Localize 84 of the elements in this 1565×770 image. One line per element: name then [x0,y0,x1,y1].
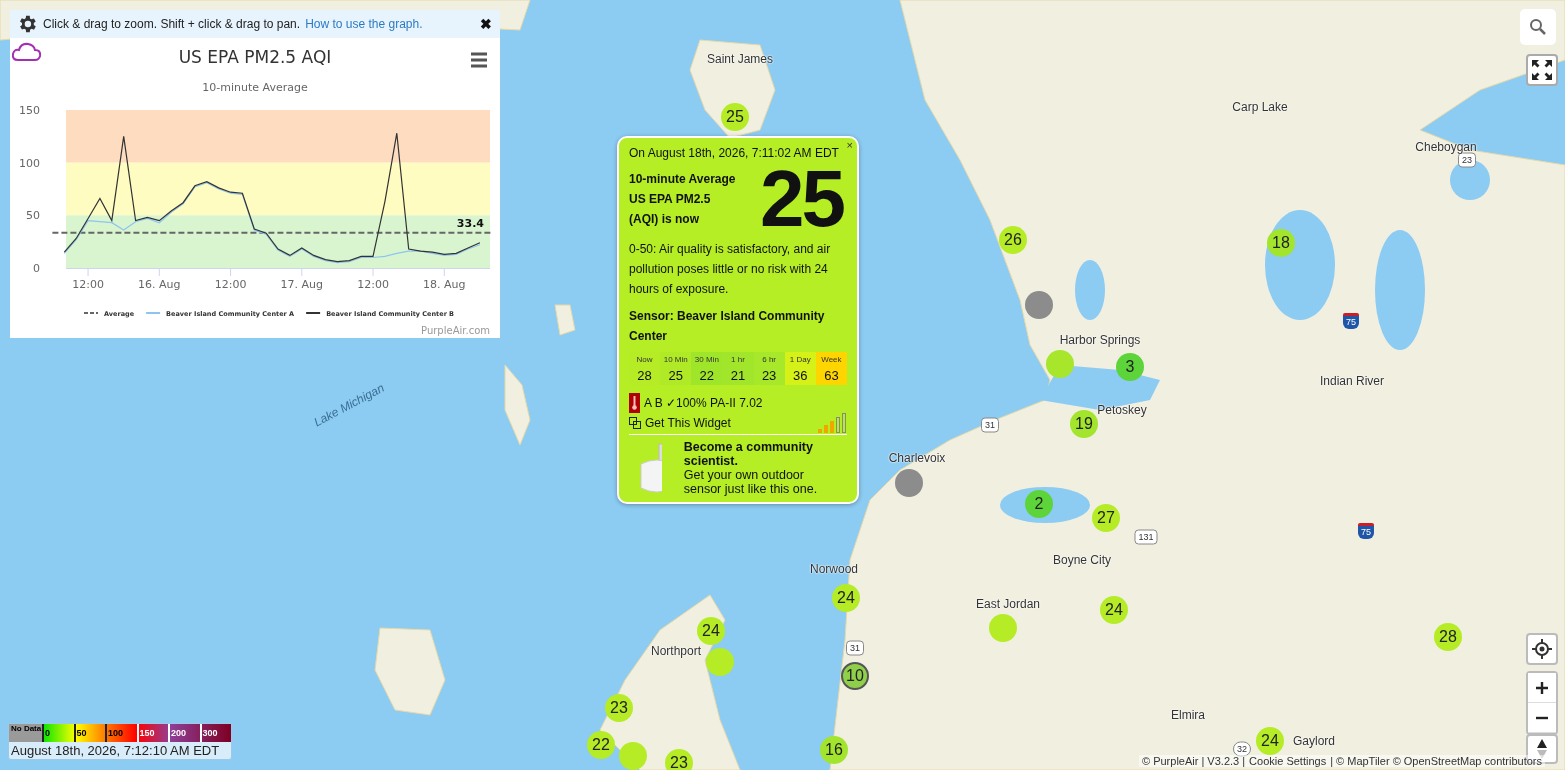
place-label: Indian River [1320,374,1384,388]
y-tick-label: 0 [33,262,40,275]
x-tick-label: 12:00 [72,278,104,291]
sensor-device-icon [637,442,662,494]
aqi-value: 25 [760,164,843,234]
place-label: Saint James [707,52,773,66]
scale-label: 100 [105,724,137,742]
average-cell: Week 63 [815,352,847,385]
sensor-marker[interactable]: 23 [605,694,633,722]
place-label: Elmira [1171,708,1205,722]
y-tick-label: 50 [26,209,40,223]
scale-label: 150 [136,724,168,742]
menu-icon[interactable] [471,52,487,68]
chart-title: US EPA PM2.5 AQI [178,47,332,67]
sensor-marker[interactable]: 16 [820,736,848,764]
y-tick-label: 150 [19,104,40,117]
average-cell: 1 hr 21 [722,352,754,385]
fullscreen-button[interactable] [1526,54,1558,86]
aqi-description: 0-50: Air quality is satisfactory, and air pollution poses little or no risk with 24 hours of exposure. [629,241,832,298]
place-label: Harbor Springs [1059,333,1141,347]
sensor-marker[interactable] [706,648,734,676]
place-label: Gaylord [1293,734,1335,748]
average-cell: 10 Min 25 [660,352,692,385]
close-button[interactable]: × [846,139,853,151]
y-tick-label: 100 [19,156,40,170]
close-button[interactable]: ✖ [478,16,494,32]
hint-text: Click & drag to zoom. Shift + click & drag to pan. [43,17,301,31]
place-label: Charlevoix [888,451,946,465]
aqi-heading: 10-minute Average [629,171,736,188]
widget-link[interactable]: Get This Widget [645,416,731,430]
search-icon [1529,18,1547,36]
promo-text: Get your own outdoor sensor just like this one. [683,468,819,496]
expand-icon [1531,59,1553,81]
aqi-heading: US EPA PM2.5 [629,191,712,208]
attribution-text: | © MapTiler © OpenStreetMap contributors [1330,755,1542,767]
place-label: Norwood [810,562,858,576]
place-label: Northport [651,644,701,658]
search-button[interactable] [1520,9,1556,45]
route-shield: 75 [1358,523,1374,539]
signal-icon [817,413,847,433]
scale-label: 0 [42,724,74,742]
cookie-settings-link[interactable]: Cookie Settings [1249,755,1327,767]
credit-text: PurpleAir.com [421,325,490,336]
promo-heading: Become a community scientist. [683,440,814,468]
scale-label: 50 [73,724,105,742]
place-label: Cheboygan [1415,140,1477,154]
place-label: Boyne City [1053,553,1111,567]
route-shield: 75 [1343,313,1359,329]
sensor-name: Sensor: Beaver Island Community Center [629,308,826,345]
x-tick-label: 17. Aug [280,278,324,291]
thermometer-icon [629,393,640,413]
widget-icon [629,417,641,429]
lake-shape [1075,260,1105,320]
plus-icon [1535,680,1549,695]
sensor-status: A B ✓100% PA-II 7.02 [644,396,763,410]
x-tick-label: 12:00 [214,278,247,291]
zoom-in-button[interactable] [1528,673,1556,703]
place-label: Carp Lake [1232,100,1288,114]
average-label: 33.4 [456,216,484,230]
average-cell: 6 hr 23 [753,352,785,385]
average-cell: 30 Min 22 [691,352,723,385]
scale-label: 300 [199,724,231,742]
no-data-swatch: No Data [9,724,42,742]
help-link[interactable]: How to use the graph. [305,17,423,31]
attribution-text: © PurpleAir | V3.2.3 | [1142,755,1246,767]
reading-time: On August 18th, 2026, 7:11:02 AM EDT [629,146,840,160]
aqi-heading: (AQI) is now [629,211,700,228]
route-shield: 31 [981,417,999,433]
x-tick-label: 18. Aug [423,278,466,291]
sensor-marker[interactable]: 24 [832,584,860,612]
cloud-icon [11,42,42,61]
route-shield: 131 [1134,529,1158,545]
x-tick-label: 16. Aug [138,278,181,291]
x-tick-label: 12:00 [357,278,389,291]
chart-subtitle: 10-minute Average [202,81,308,94]
crosshair-icon [1532,639,1552,659]
sensor-marker[interactable]: 22 [587,731,615,759]
island-shape [554,304,576,336]
average-cell: 1 Day 36 [784,352,816,385]
legend-timestamp: August 18th, 2026, 7:12:10 AM EDT [10,742,221,759]
place-label: Petoskey [1097,403,1147,417]
place-label: East Jordan [976,597,1040,611]
scale-label: 200 [168,724,200,742]
locate-button[interactable] [1526,633,1558,665]
